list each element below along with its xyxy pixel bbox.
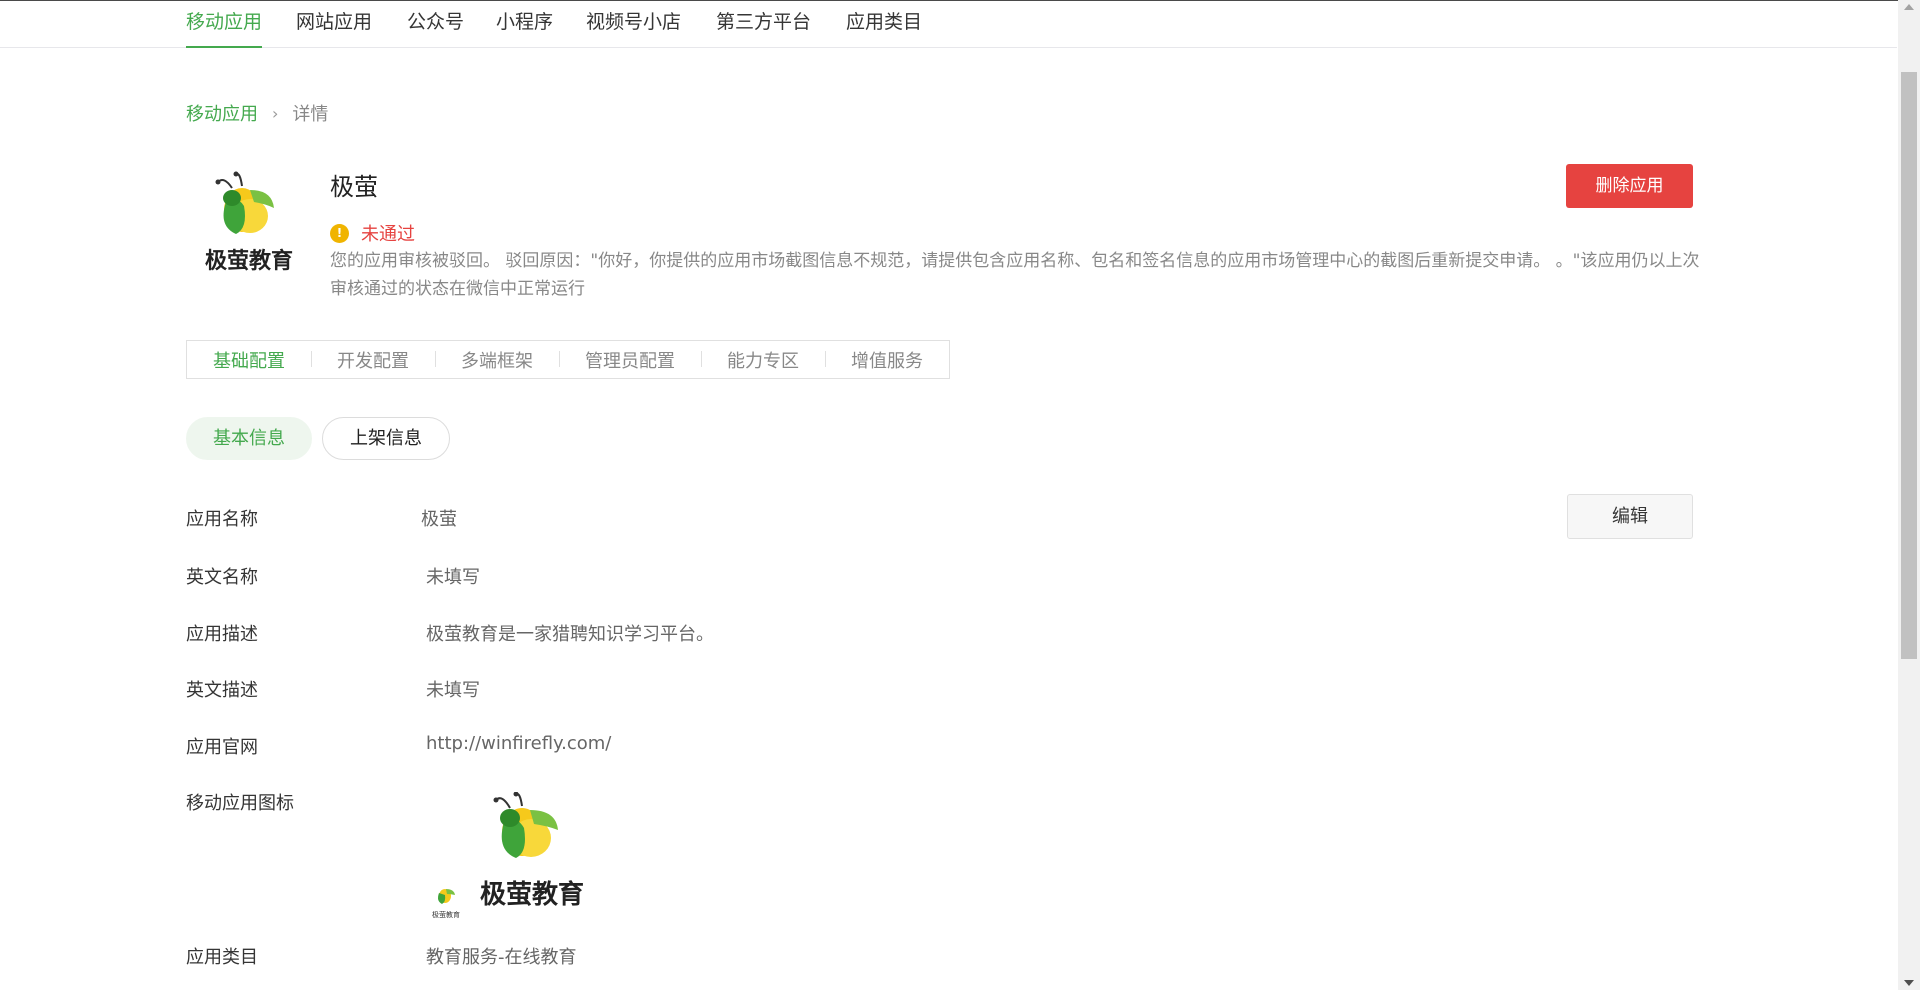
app-icon-small-preview: 极萤教育 [432, 889, 460, 919]
app-icon-large-preview: 极萤教育 [480, 792, 584, 910]
subtab-capabilities[interactable]: 能力专区 [701, 347, 825, 373]
subtab-multi-framework[interactable]: 多端框架 [435, 347, 559, 373]
app-logo-text: 极萤教育 [205, 248, 293, 274]
value-app-name: 极萤 [421, 509, 457, 530]
tab-listing-info[interactable]: 上架信息 [322, 417, 450, 460]
value-en-name: 未填写 [426, 567, 480, 588]
warning-icon: ! [330, 223, 349, 243]
config-subtabs: 基础配置 开发配置 多端框架 管理员配置 能力专区 增值服务 [186, 340, 950, 379]
app-name-title: 极萤 [330, 173, 378, 201]
tab-third-party[interactable]: 第三方平台 [716, 1, 811, 48]
label-app-icon: 移动应用图标 [186, 793, 294, 814]
tab-basic-info[interactable]: 基本信息 [186, 417, 312, 460]
reject-reason-text: 您的应用审核被驳回。 驳回原因："你好，你提供的应用市场截图信息不规范，请提供包… [330, 251, 1700, 299]
label-app-name: 应用名称 [186, 509, 258, 530]
subtab-basic-config[interactable]: 基础配置 [187, 347, 311, 373]
value-app-desc: 极萤教育是一家猎聘知识学习平台。 [426, 624, 714, 645]
breadcrumb-current: 详情 [292, 104, 329, 125]
scroll-down-icon[interactable] [1904, 980, 1914, 986]
label-app-desc: 应用描述 [186, 624, 258, 645]
status-text: 未通过 [361, 224, 415, 245]
app-icon-small-text: 极萤教育 [432, 910, 460, 919]
subtab-dev-config[interactable]: 开发配置 [311, 347, 435, 373]
label-app-category: 应用类目 [186, 947, 258, 968]
delete-app-button[interactable]: 删除应用 [1566, 164, 1693, 208]
breadcrumb-parent-link[interactable]: 移动应用 [186, 100, 258, 126]
value-en-desc: 未填写 [426, 680, 480, 701]
tab-video-shop[interactable]: 视频号小店 [586, 1, 681, 48]
scroll-up-icon[interactable] [1904, 4, 1914, 10]
tab-app-category[interactable]: 应用类目 [846, 1, 922, 48]
tab-official-account[interactable]: 公众号 [407, 1, 464, 48]
review-status: ! 未通过 [330, 220, 415, 246]
tab-website-app[interactable]: 网站应用 [296, 1, 372, 48]
breadcrumb: 移动应用 › 详情 [186, 100, 328, 126]
vertical-scrollbar[interactable] [1898, 0, 1920, 990]
top-navigation: 移动应用 网站应用 公众号 小程序 视频号小店 第三方平台 应用类目 [0, 1, 1897, 48]
label-website: 应用官网 [186, 737, 258, 758]
tab-mini-program[interactable]: 小程序 [496, 1, 553, 48]
label-en-desc: 英文描述 [186, 680, 258, 701]
subtab-admin-config[interactable]: 管理员配置 [559, 347, 701, 373]
chevron-right-icon: › [272, 103, 279, 123]
value-website[interactable]: http://winfirefly.com/ [426, 733, 611, 754]
label-en-name: 英文名称 [186, 567, 258, 588]
app-icon-large-text: 极萤教育 [480, 879, 584, 910]
subtab-value-added[interactable]: 增值服务 [825, 347, 949, 373]
app-logo: 极萤教育 [205, 171, 293, 274]
scrollbar-thumb[interactable] [1901, 72, 1917, 659]
value-app-category: 教育服务-在线教育 [426, 947, 577, 968]
tab-mobile-app[interactable]: 移动应用 [186, 1, 263, 48]
edit-button[interactable]: 编辑 [1567, 494, 1693, 539]
